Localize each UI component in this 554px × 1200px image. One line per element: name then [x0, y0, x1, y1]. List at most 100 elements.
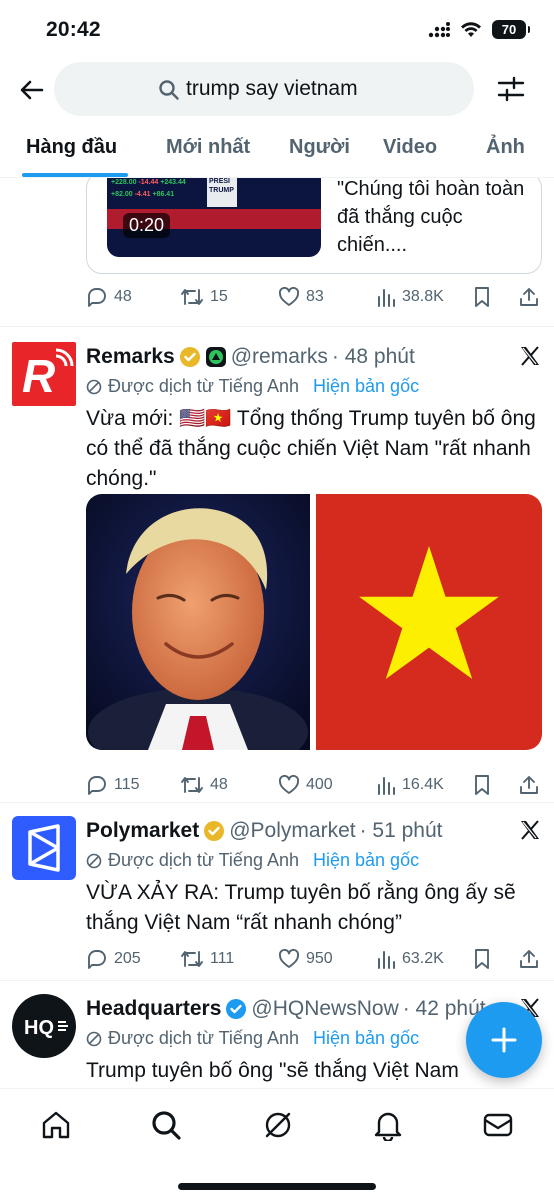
- reply-icon: [88, 950, 106, 969]
- tweet-header: Headquarters @HQNewsNow · 42 phút: [86, 994, 496, 1024]
- retweet-icon: [181, 289, 203, 305]
- translate-icon: [86, 379, 102, 394]
- retweet-button[interactable]: 48: [180, 774, 228, 796]
- search-filter-button[interactable]: [496, 74, 526, 104]
- reply-icon: [88, 288, 106, 307]
- share-button[interactable]: [518, 774, 540, 796]
- divider: [0, 326, 554, 327]
- bookmark-button[interactable]: [472, 948, 492, 970]
- reply-icon: [88, 776, 106, 795]
- cellular-signal-icon: [428, 21, 450, 37]
- like-count: 400: [306, 776, 333, 793]
- active-tab-indicator: [22, 173, 128, 177]
- show-original-link[interactable]: Hiện bản gốc: [313, 1028, 419, 1049]
- avatar[interactable]: [12, 816, 76, 880]
- translate-icon: [86, 1031, 102, 1046]
- reply-button[interactable]: 115: [86, 774, 140, 796]
- retweet-count: 15: [210, 288, 228, 305]
- retweet-icon: [181, 951, 203, 967]
- video-card[interactable]: +228.00 -14.44 +243.44 +82.00 -4.41 +86.…: [86, 178, 542, 274]
- reply-count: 115: [114, 776, 140, 793]
- translation-notice: Được dịch từ Tiếng Anh Hiện bản gốc: [86, 1028, 419, 1049]
- plus-icon: [491, 1027, 517, 1053]
- polymarket-logo-icon: [28, 824, 60, 872]
- nav-home[interactable]: [40, 1109, 72, 1141]
- like-button[interactable]: 400: [278, 774, 333, 796]
- tweet-actions: 205 111 950 63.2K: [86, 948, 542, 974]
- retweet-button[interactable]: 15: [180, 286, 228, 308]
- battery-icon: 70: [492, 20, 530, 39]
- vietnam-flag[interactable]: [316, 494, 542, 750]
- nav-grok[interactable]: [262, 1109, 294, 1141]
- tweet-actions: 115 48 400 16.4K: [86, 774, 542, 800]
- like-count: 83: [306, 288, 324, 305]
- compose-button[interactable]: [466, 1002, 542, 1078]
- handle[interactable]: @Polymarket: [229, 819, 355, 843]
- display-name[interactable]: Remarks: [86, 345, 175, 369]
- translated-label: Được dịch từ Tiếng Anh: [108, 850, 299, 870]
- back-button[interactable]: [16, 74, 48, 106]
- arrow-left-icon: [20, 80, 44, 100]
- timestamp: · 51 phút: [359, 819, 443, 842]
- views-button[interactable]: 63.2K: [376, 948, 444, 970]
- share-icon: [520, 776, 538, 794]
- retweet-count: 111: [210, 950, 235, 967]
- display-name[interactable]: Polymarket: [86, 819, 199, 843]
- share-icon: [520, 950, 538, 968]
- bell-icon: [374, 1112, 402, 1143]
- reply-button[interactable]: 205: [86, 948, 141, 970]
- tweet-header: Polymarket @Polymarket · 51 phút: [86, 816, 526, 846]
- retweet-button[interactable]: 111: [180, 948, 234, 970]
- nav-explore[interactable]: [150, 1109, 182, 1141]
- avatar[interactable]: HQ: [12, 994, 76, 1058]
- show-original-link[interactable]: Hiện bản gốc: [313, 850, 419, 871]
- tab-photos[interactable]: Ảnh: [486, 136, 525, 159]
- show-original-link[interactable]: Hiện bản gốc: [313, 376, 419, 397]
- handle[interactable]: @remarks: [231, 345, 328, 369]
- verified-badge-icon: [179, 347, 200, 367]
- retweet-count: 48: [210, 776, 228, 793]
- tweet-actions: 48 15 83 38.8K: [86, 286, 542, 312]
- views-button[interactable]: 16.4K: [376, 774, 444, 796]
- nav-messages[interactable]: [482, 1109, 514, 1141]
- view-count: 16.4K: [402, 776, 444, 793]
- search-results-feed[interactable]: +228.00 -14.44 +243.44 +82.00 -4.41 +86.…: [0, 178, 554, 1088]
- translated-label: Được dịch từ Tiếng Anh: [108, 1028, 299, 1048]
- nav-notifications[interactable]: [372, 1109, 404, 1143]
- thumbnail-caption: PRESI TRUMP: [209, 178, 234, 194]
- bottom-nav: [0, 1088, 554, 1200]
- video-thumbnail[interactable]: +228.00 -14.44 +243.44 +82.00 -4.41 +86.…: [107, 178, 321, 257]
- verified-badge-icon: [226, 999, 247, 1019]
- view-count: 63.2K: [402, 950, 444, 967]
- views-button[interactable]: 38.8K: [376, 286, 444, 308]
- x-logo-icon: [521, 346, 539, 366]
- search-tabs: Hàng đầu Mới nhất Người Video Ảnh: [0, 124, 554, 178]
- share-button[interactable]: [518, 948, 540, 970]
- tab-latest[interactable]: Mới nhất: [166, 136, 250, 159]
- bookmark-icon: [475, 775, 489, 795]
- divider: [0, 980, 554, 981]
- analytics-icon: [378, 289, 395, 307]
- handle[interactable]: @HQNewsNow: [251, 997, 398, 1021]
- status-bar: 20:42 70: [0, 0, 554, 58]
- tweet-media[interactable]: [86, 494, 542, 750]
- share-button[interactable]: [518, 286, 540, 308]
- tab-top[interactable]: Hàng đầu: [26, 136, 117, 159]
- tweet-text: Vừa mới: 🇺🇸🇻🇳 Tổng thống Trump tuyên bố …: [86, 407, 536, 490]
- reply-button[interactable]: 48: [86, 286, 132, 308]
- display-name[interactable]: Headquarters: [86, 997, 221, 1021]
- translation-notice: Được dịch từ Tiếng Anh Hiện bản gốc: [86, 850, 419, 871]
- search-input[interactable]: [186, 77, 466, 101]
- like-button[interactable]: 83: [278, 286, 324, 308]
- retweet-icon: [181, 777, 203, 793]
- bookmark-button[interactable]: [472, 774, 492, 796]
- bookmark-button[interactable]: [472, 286, 492, 308]
- affiliate-badge-icon: [205, 347, 226, 367]
- tab-video[interactable]: Video: [383, 136, 437, 159]
- share-icon: [520, 288, 538, 306]
- search-header: [0, 60, 554, 120]
- tab-people[interactable]: Người: [289, 136, 350, 159]
- like-button[interactable]: 950: [278, 948, 333, 970]
- avatar[interactable]: R: [12, 342, 76, 406]
- search-box[interactable]: [54, 62, 474, 116]
